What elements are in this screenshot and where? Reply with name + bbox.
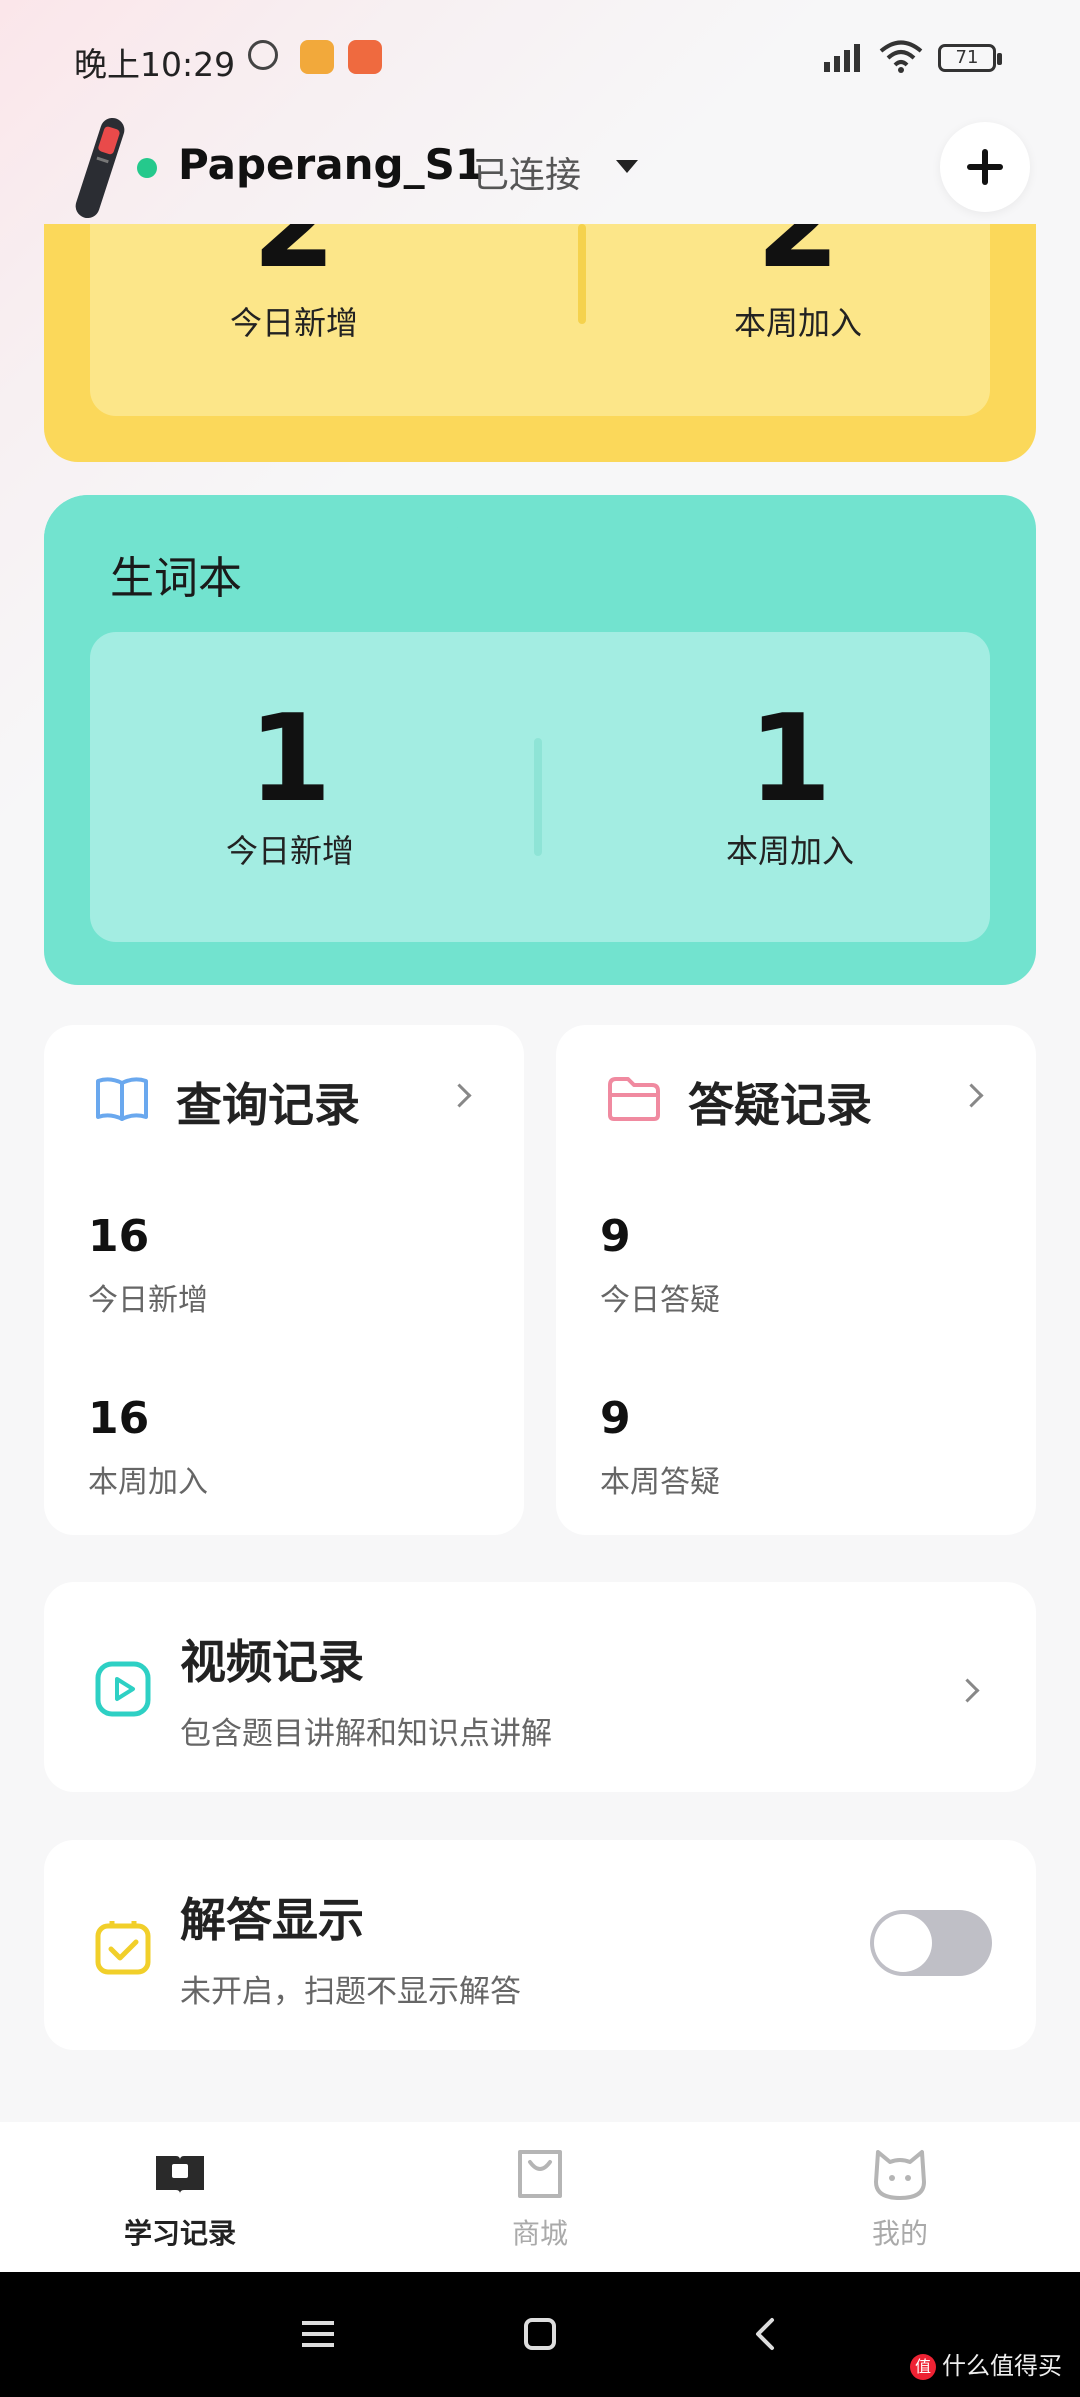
query-record-card[interactable]: 查询记录 16 今日新增 16 本周加入 (44, 1025, 524, 1535)
tab-study-record[interactable]: 学习记录 (60, 2122, 300, 2272)
tab-profile[interactable]: 我的 (780, 2122, 1020, 2272)
status-time: 晚上10:29 (74, 45, 236, 84)
divider (578, 224, 586, 324)
signal-icon (824, 44, 860, 72)
vocab-week-label: 本周加入 (725, 832, 854, 870)
stat-week-label: 本周加入 (733, 304, 862, 342)
watermark-text: 什么值得买 (942, 2352, 1062, 2380)
system-nav-bar: 值什么值得买 (0, 2272, 1080, 2397)
chevron-right-icon (955, 1678, 980, 1703)
chevron-right-icon (959, 1083, 984, 1108)
chevron-down-icon[interactable] (616, 160, 638, 173)
stat-week-value: 2 (756, 224, 840, 295)
tab-label: 学习记录 (123, 2217, 236, 2250)
answer-check-icon (95, 1921, 151, 1975)
query-today-label: 今日新增 (88, 1283, 208, 1318)
card-folder-tab (44, 495, 464, 585)
alarm-icon (248, 40, 278, 70)
tab-label: 我的 (871, 2217, 928, 2250)
video-record-subtitle: 包含题目讲解和知识点讲解 (180, 1716, 552, 1752)
shopping-bag-icon (518, 2150, 562, 2198)
answer-display-title: 解答显示 (180, 1893, 364, 1947)
video-record-card[interactable]: 视频记录 包含题目讲解和知识点讲解 (44, 1582, 1036, 1792)
qa-record-title: 答疑记录 (688, 1078, 872, 1132)
app-notification-icon (348, 40, 382, 74)
back-icon[interactable] (752, 2316, 780, 2352)
answer-display-subtitle: 未开启，扫题不显示解答 (180, 1974, 521, 2010)
answer-display-card: 解答显示 未开启，扫题不显示解答 (44, 1840, 1036, 2050)
watermark: 值什么值得买 (910, 2346, 1062, 2381)
connection-status-dot (137, 158, 157, 178)
qa-today-value: 9 (600, 1211, 631, 1262)
device-name[interactable]: Paperang_S1 (178, 140, 484, 189)
connection-status[interactable]: 已连接 (473, 146, 581, 198)
qa-today-label: 今日答疑 (600, 1283, 720, 1318)
folder-icon (608, 1077, 660, 1121)
book-icon (96, 1077, 148, 1121)
pen-device-icon (75, 117, 125, 219)
qa-week-label: 本周答疑 (600, 1465, 720, 1500)
toggle-knob (874, 1914, 932, 1972)
query-week-value: 16 (88, 1393, 150, 1444)
chevron-right-icon (447, 1083, 472, 1108)
home-icon[interactable] (522, 2316, 558, 2352)
vocab-today-value: 1 (248, 690, 332, 829)
status-bar: 晚上10:29 71 (0, 0, 1080, 110)
battery-icon: 71 (938, 44, 1002, 72)
vocab-today-label: 今日新增 (225, 832, 354, 870)
stat-today-value: 2 (252, 224, 336, 295)
vocab-week-value: 1 (748, 690, 832, 829)
wifi-icon (879, 40, 923, 73)
tab-label: 商城 (511, 2217, 568, 2250)
query-week-label: 本周加入 (88, 1465, 208, 1500)
vocab-book-title: 生词本 (110, 553, 242, 604)
qa-record-card[interactable]: 答疑记录 9 今日答疑 9 本周答疑 (556, 1025, 1036, 1535)
video-play-icon (95, 1661, 151, 1717)
divider (534, 738, 542, 856)
watermark-logo-icon: 值 (910, 2354, 936, 2380)
answer-display-toggle[interactable] (870, 1910, 992, 1976)
add-device-button[interactable] (940, 122, 1030, 212)
query-today-value: 16 (88, 1211, 150, 1262)
qa-week-value: 9 (600, 1393, 631, 1444)
cat-profile-icon (874, 2150, 926, 2200)
yellow-stats-inner: 2 2 今日新增 本周加入 (90, 224, 990, 416)
video-record-title: 视频记录 (180, 1635, 364, 1689)
menu-icon[interactable] (300, 2318, 336, 2350)
stat-today-label: 今日新增 (229, 304, 358, 342)
study-book-icon (156, 2156, 204, 2194)
yellow-stats-card[interactable]: 2 2 今日新增 本周加入 (44, 224, 1036, 462)
app-notification-icon (300, 40, 334, 74)
tab-shop[interactable]: 商城 (420, 2122, 660, 2272)
query-record-title: 查询记录 (176, 1078, 360, 1132)
